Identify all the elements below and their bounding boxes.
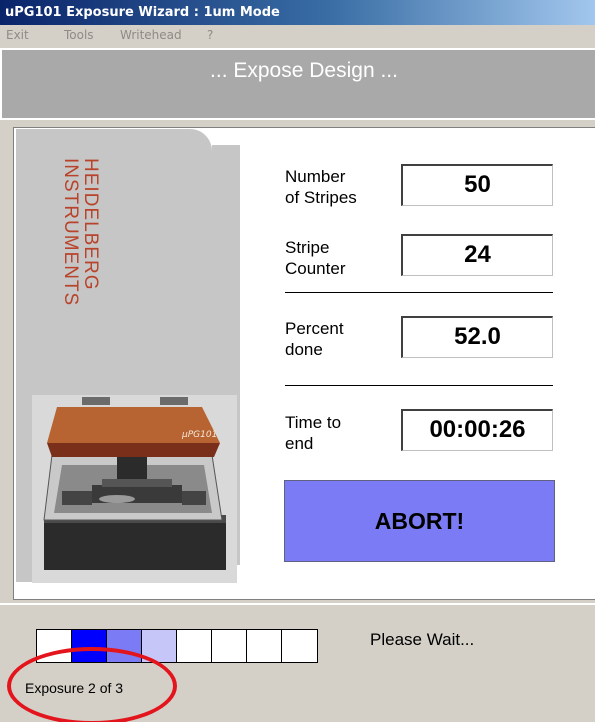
progress-segment	[212, 630, 247, 662]
progress-segment	[177, 630, 212, 662]
window-title: uPG101 Exposure Wizard : 1um Mode	[5, 5, 280, 20]
menu-bar: Exit Tools Writehead ?	[0, 25, 595, 46]
stripes-label: Number of Stripes	[285, 167, 357, 207]
step-title: ... Expose Design ...	[210, 59, 398, 82]
menu-help[interactable]: ?	[207, 28, 213, 42]
menu-writehead[interactable]: Writehead	[120, 28, 182, 42]
brand-line-1: HEIDELBERG	[80, 158, 101, 291]
progress-segment	[247, 630, 282, 662]
abort-button-label: ABORT!	[374, 507, 465, 534]
heidelberg-logo: HEIDELBERG INSTRUMENTS	[60, 158, 101, 398]
time-to-end-field: 00:00:26	[401, 409, 553, 451]
menu-tools[interactable]: Tools	[64, 28, 94, 42]
time-to-end-label: Time to end	[285, 413, 342, 453]
divider	[285, 292, 553, 293]
stripe-counter-field: 24	[401, 234, 553, 276]
progress-segment	[282, 630, 317, 662]
abort-button[interactable]: ABORT!	[284, 480, 555, 562]
stripes-value-field: 50	[401, 164, 553, 206]
highlight-circle	[7, 647, 177, 722]
divider	[285, 385, 553, 386]
percent-done-field: 52.0	[401, 316, 553, 358]
stripe-counter-label: Stripe Counter	[285, 238, 346, 278]
machine-label: µPG101	[181, 430, 217, 440]
exposure-wizard-window: uPG101 Exposure Wizard : 1um Mode Exit T…	[0, 0, 595, 722]
step-banner: ... Expose Design ...	[0, 48, 595, 120]
title-bar: uPG101 Exposure Wizard : 1um Mode	[0, 0, 595, 25]
upg101-machine-image: µPG101	[32, 395, 237, 583]
brand-line-2: INSTRUMENTS	[60, 158, 81, 307]
status-message: Please Wait...	[370, 630, 475, 649]
percent-done-label: Percent done	[285, 319, 344, 359]
menu-exit[interactable]: Exit	[6, 28, 29, 42]
